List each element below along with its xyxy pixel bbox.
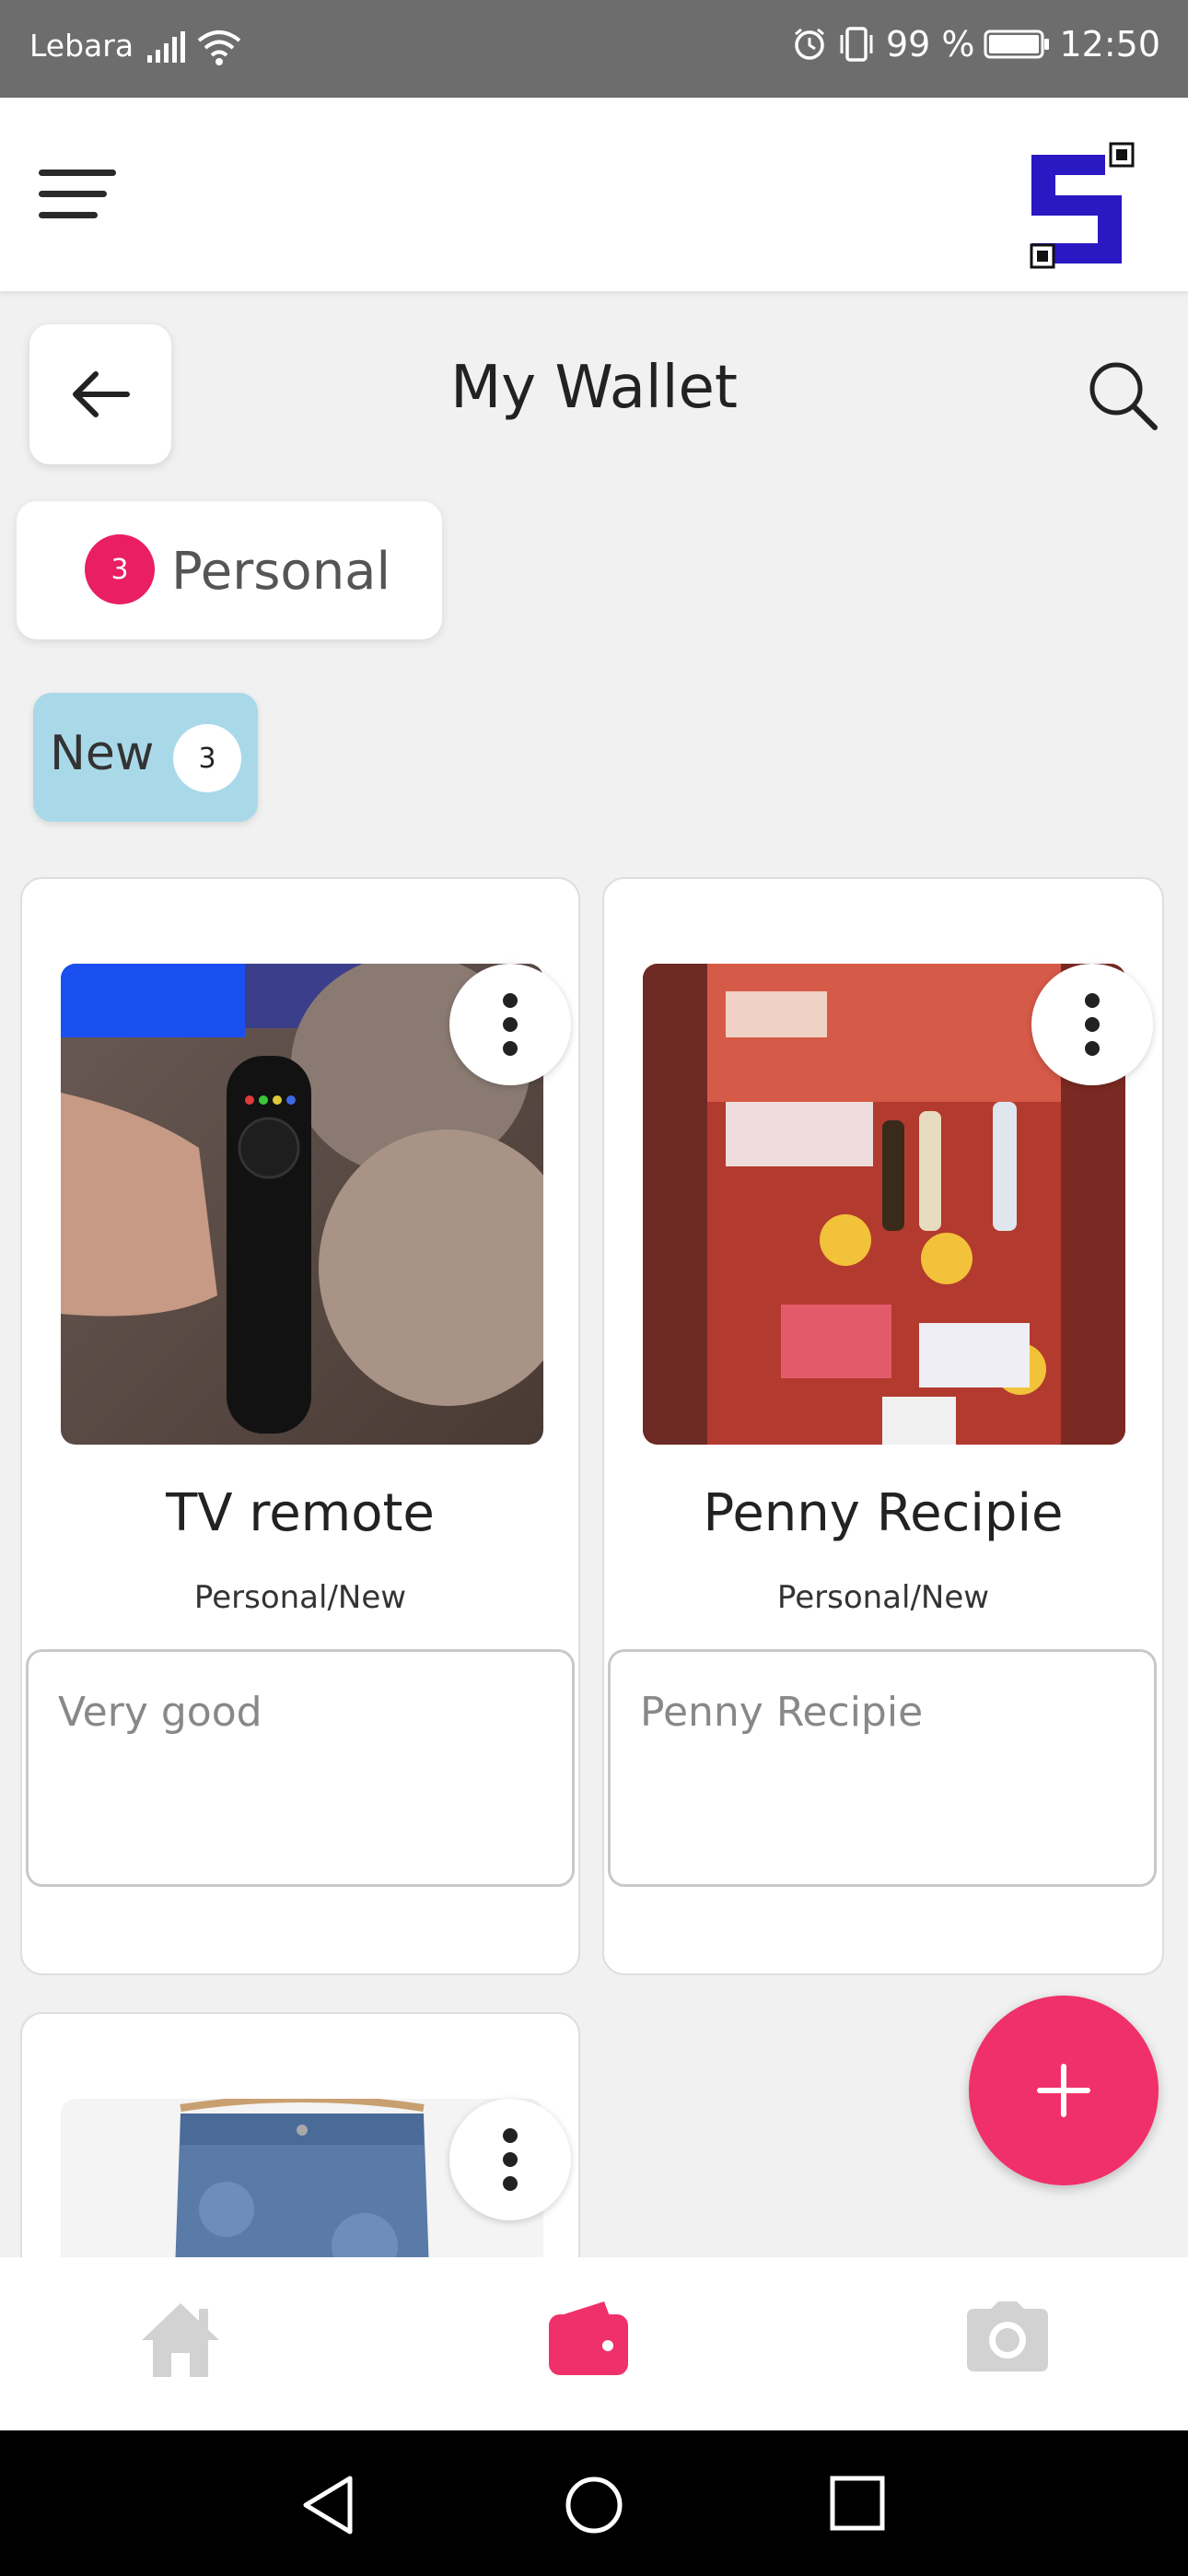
card-note[interactable]: Penny Recipie xyxy=(608,1649,1157,1887)
wifi-icon xyxy=(197,30,241,65)
carrier-name: Lebara xyxy=(29,28,134,64)
wallet-icon[interactable] xyxy=(547,2300,630,2377)
hamburger-menu-icon[interactable] xyxy=(39,170,116,225)
back-triangle-icon[interactable] xyxy=(300,2475,355,2535)
personal-count-badge: 3 xyxy=(85,534,155,604)
camera-icon[interactable] xyxy=(965,2300,1050,2373)
more-options-button[interactable] xyxy=(1031,964,1153,1085)
more-options-button[interactable] xyxy=(449,2099,571,2220)
personal-label: Personal xyxy=(171,542,391,602)
battery-icon xyxy=(984,29,1050,59)
home-circle-icon[interactable] xyxy=(564,2475,624,2535)
page-title: My Wallet xyxy=(450,354,738,422)
wallet-card[interactable]: TV remote Personal/New Very good xyxy=(20,877,580,1975)
new-label: New xyxy=(50,726,155,781)
vibrate-icon xyxy=(840,27,873,62)
app-logo xyxy=(1030,142,1135,269)
card-path: Personal/New xyxy=(193,1579,407,1616)
card-title: Penny Recipie xyxy=(703,1483,1064,1543)
clock: 12:50 xyxy=(1059,24,1160,64)
home-icon[interactable] xyxy=(138,2300,223,2379)
more-options-button[interactable] xyxy=(449,964,571,1085)
subcategory-chip-new[interactable]: New 3 xyxy=(33,693,258,822)
card-path: Personal/New xyxy=(776,1579,990,1616)
category-chip-personal[interactable]: 3 Personal xyxy=(17,501,442,639)
plus-icon xyxy=(1037,2064,1090,2117)
alarm-icon xyxy=(794,28,824,60)
card-title: TV remote xyxy=(166,1483,435,1543)
status-bar: Lebara 99 % 12:50 xyxy=(0,0,1188,98)
app-bar xyxy=(0,98,1188,291)
search-icon[interactable] xyxy=(1085,357,1160,433)
recents-square-icon[interactable] xyxy=(829,2475,886,2532)
wallet-card[interactable]: Penny Recipie Personal/New Penny Recipie xyxy=(602,877,1164,1975)
new-count-badge: 3 xyxy=(173,724,241,792)
signal-icon xyxy=(147,31,185,63)
add-item-button[interactable] xyxy=(969,1996,1159,2185)
card-note-text: Penny Recipie xyxy=(640,1689,924,1736)
card-note-text: Very good xyxy=(58,1689,262,1736)
bottom-nav xyxy=(0,2257,1188,2430)
battery-percent: 99 % xyxy=(885,24,975,64)
card-note[interactable]: Very good xyxy=(26,1649,575,1887)
system-nav-bar xyxy=(0,2430,1188,2576)
